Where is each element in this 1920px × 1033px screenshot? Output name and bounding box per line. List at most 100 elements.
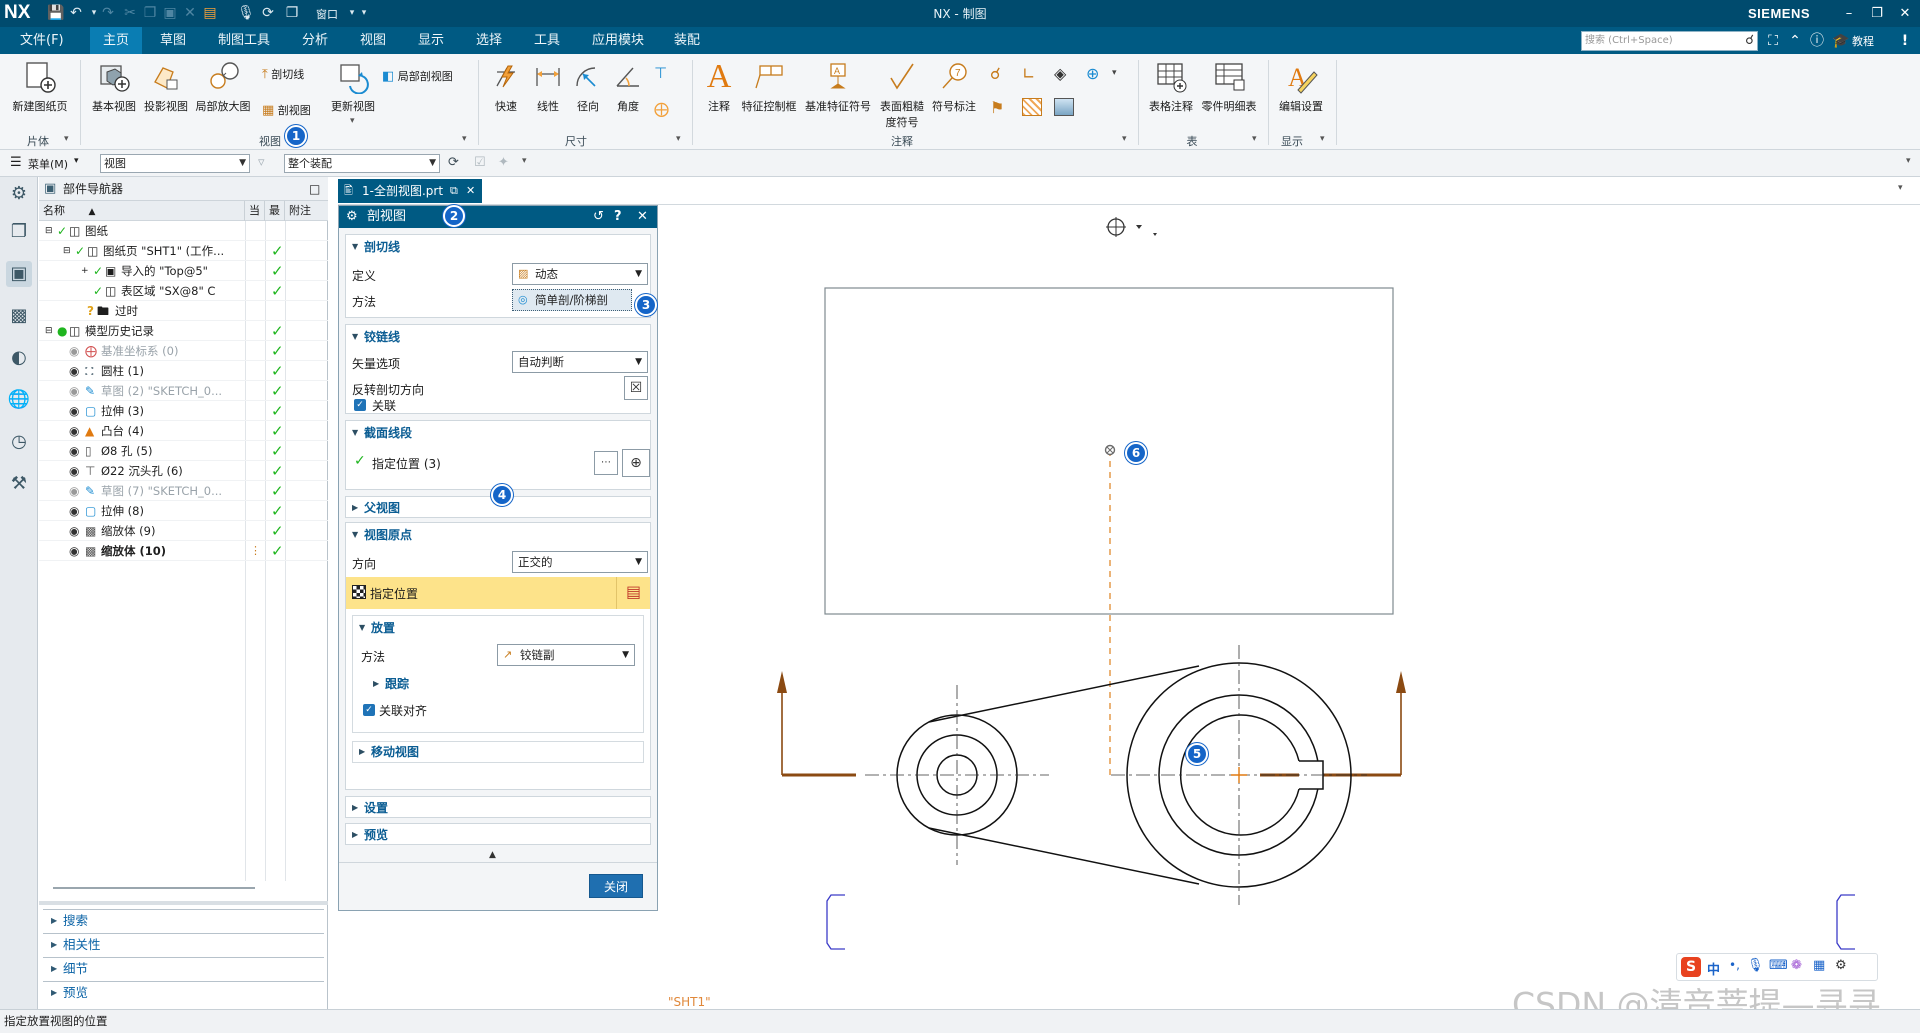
tree-row[interactable]: ◉ ▲ 凸台 (4) ✓ (39, 421, 328, 441)
customize-quick-access-icon[interactable]: ▾ (354, 4, 374, 23)
menu-display[interactable]: 显示 (408, 27, 454, 54)
horizontal-scrollbar[interactable] (53, 887, 255, 889)
copy-icon[interactable]: ❐ (140, 4, 160, 23)
restore-button[interactable]: ❐ (1866, 4, 1888, 23)
sheet-group-dropdown-icon[interactable]: ▾ (64, 134, 69, 144)
menu-file[interactable]: 文件(F) (10, 27, 74, 54)
preview-header[interactable]: ▶ 预览 (350, 825, 388, 845)
edit-settings-button[interactable]: A 编辑设置 (1274, 60, 1328, 114)
part-navigator-icon[interactable]: ▣ (6, 261, 32, 287)
tree-row[interactable]: ◉ ✎ 草图 (2) "SKETCH_0... ✓ (39, 381, 328, 401)
tree-row[interactable]: ◉ ⨁ 基准坐标系 (0) ✓ (39, 341, 328, 361)
method-select[interactable]: ◎ 简单剖/阶梯剖 (512, 289, 632, 311)
settings-gear-icon[interactable]: ⚙ (6, 181, 32, 207)
repeat-command-icon[interactable]: ⟳ (258, 4, 278, 23)
section-view-button[interactable]: ▦ 剖视图 (262, 102, 311, 118)
tree-row[interactable]: ◉ ⛚ 圆柱 (1) ✓ (39, 361, 328, 381)
chain-dimension-icon[interactable]: ⊤ (654, 64, 667, 82)
tree-row[interactable]: ◉ ▩ 缩放体 (9) ✓ (39, 521, 328, 541)
layer-icon[interactable]: ▤ (200, 4, 220, 23)
alert-icon[interactable]: ! (1896, 32, 1914, 50)
ime-voice-icon[interactable]: 🎙 (1747, 958, 1764, 973)
microphone-icon[interactable]: 🎙 (236, 4, 256, 23)
window-icon[interactable]: ❐ (282, 4, 302, 23)
update-view-button[interactable]: 更新视图 (326, 60, 380, 114)
view-origin-header[interactable]: ▼ 视图原点 (350, 525, 412, 545)
close-button[interactable]: 关闭 (589, 874, 643, 898)
display-group-dropdown-icon[interactable]: ▾ (1320, 134, 1325, 144)
detail-view-button[interactable]: 局部放大图 (192, 60, 254, 114)
menu-applications[interactable]: 应用模块 (582, 27, 654, 54)
base-view-button[interactable]: 基本视图 (86, 60, 142, 114)
ime-skin-icon[interactable]: ❁ (1791, 958, 1802, 973)
snap-icon[interactable]: ✦ (498, 155, 509, 170)
section-segment-location[interactable]: 指定位置 (3) (372, 455, 441, 472)
menu-select[interactable]: 选择 (466, 27, 512, 54)
reset-dialog-icon[interactable]: ↺ (593, 206, 604, 228)
minimize-button[interactable]: – (1838, 4, 1860, 23)
collapse-toggle-icon[interactable]: ⊟ (63, 241, 71, 261)
ordinate-dimension-icon[interactable]: ⨁ (654, 100, 669, 118)
specify-location-row[interactable]: 指定位置 ▤ (346, 577, 650, 609)
track-header[interactable]: ▶ 跟踪 (371, 674, 409, 694)
datum-feature-symbol-button[interactable]: A 基准特征符号 (802, 60, 874, 114)
place-view-icon[interactable]: ▤ (616, 577, 650, 609)
tab-overflow-icon[interactable]: ▾ (1898, 183, 1903, 193)
update-view-dropdown-icon[interactable]: ▾ (350, 116, 355, 126)
tree-row[interactable]: ◉ ▯ Ø8 孔 (5) ✓ (39, 441, 328, 461)
ime-mode[interactable]: 中 (1707, 959, 1720, 978)
tutorial-link[interactable]: 教程 (1852, 33, 1874, 49)
menu-analysis[interactable]: 分析 (292, 27, 338, 54)
fill-icon[interactable]: ◈ (1054, 64, 1066, 83)
definition-select[interactable]: ▨ 动态 ▼ (512, 263, 648, 285)
navigator-section-search[interactable]: ▶ 搜索 (43, 909, 324, 931)
graphics-window[interactable]: "SHT1" (659, 205, 1920, 1009)
hinge-line-header[interactable]: ▼ 铰链线 (350, 327, 400, 347)
roles-tools-icon[interactable]: ⚒ (6, 471, 32, 497)
tree-row[interactable]: ◉ ▩ 缩放体 (10) ⋮ ✓ (39, 541, 328, 561)
tabular-note-button[interactable]: 表格注释 (1144, 60, 1198, 114)
menu-sketch[interactable]: 草图 (150, 27, 196, 54)
centerline-icon[interactable]: ∟ (1022, 64, 1035, 83)
column-header-current[interactable]: 当 (245, 201, 265, 221)
assembly-navigator-icon[interactable]: ❐ (6, 219, 32, 245)
collapse-toggle-icon[interactable]: ⊟ (45, 221, 53, 241)
navigator-section-details[interactable]: ▶ 细节 (43, 957, 324, 979)
hidden-eye-icon[interactable]: ◉ (69, 341, 79, 361)
point-snap-button[interactable]: ⊕ (622, 449, 650, 477)
tree-row[interactable]: ◉ ⊤ Ø22 沉头孔 (6) ✓ (39, 461, 328, 481)
note-button[interactable]: A 注释 (700, 60, 738, 114)
close-window-button[interactable]: ✕ (1894, 4, 1916, 23)
tutorial-icon[interactable]: 🎓 (1832, 32, 1850, 50)
hidden-eye-icon[interactable]: ◉ (69, 381, 79, 401)
center-mark-icon[interactable]: ⊕ (1086, 64, 1099, 83)
reuse-library-icon[interactable]: ▩ (6, 303, 32, 329)
menu-tools[interactable]: 工具 (524, 27, 570, 54)
eye-icon[interactable]: ◉ (69, 441, 79, 461)
parent-view-header[interactable]: ▶ 父视图 (350, 498, 400, 518)
undo-icon[interactable]: ↶ (66, 4, 86, 23)
eye-icon[interactable]: ◉ (69, 461, 79, 481)
close-tab-icon[interactable]: ✕ (466, 179, 475, 203)
menu-drafting-tools[interactable]: 制图工具 (208, 27, 280, 54)
delete-icon[interactable]: ✕ (180, 4, 200, 23)
flag-icon[interactable]: ⚑ (990, 98, 1004, 117)
eye-icon[interactable]: ◉ (69, 521, 79, 541)
reverse-direction-button[interactable]: ☒ (624, 376, 648, 400)
expand-toggle-icon[interactable]: + (81, 261, 89, 281)
menu-button[interactable]: 菜单(M) (28, 156, 68, 172)
magnify-icon[interactable]: ☌ (990, 64, 1001, 83)
hidden-eye-icon[interactable]: ◉ (69, 481, 79, 501)
feature-control-frame-button[interactable]: 特征控制框 (738, 60, 800, 114)
tree-row[interactable]: ◉ ✎ 草图 (7) "SKETCH_0... ✓ (39, 481, 328, 501)
tree-row[interactable]: ⊟ ● ◫ 模型历史记录 ✓ (39, 321, 328, 341)
file-tab[interactable]: 🖺 1-全剖视图.prt ⧉ ✕ (338, 179, 482, 203)
eye-icon[interactable]: ◉ (69, 421, 79, 441)
new-sheet-button[interactable]: 新建图纸页 (8, 60, 72, 114)
full-screen-icon[interactable]: ⛶ (1764, 32, 1782, 50)
annotation-group-dropdown-icon[interactable]: ▾ (1122, 134, 1127, 144)
ime-tools-icon[interactable]: ⚙ (1835, 958, 1847, 973)
point-dialog-button[interactable]: ⋯ (594, 451, 618, 475)
column-header-latest[interactable]: 最 (265, 201, 285, 221)
snap-dropdown-icon[interactable]: ▾ (522, 156, 527, 166)
